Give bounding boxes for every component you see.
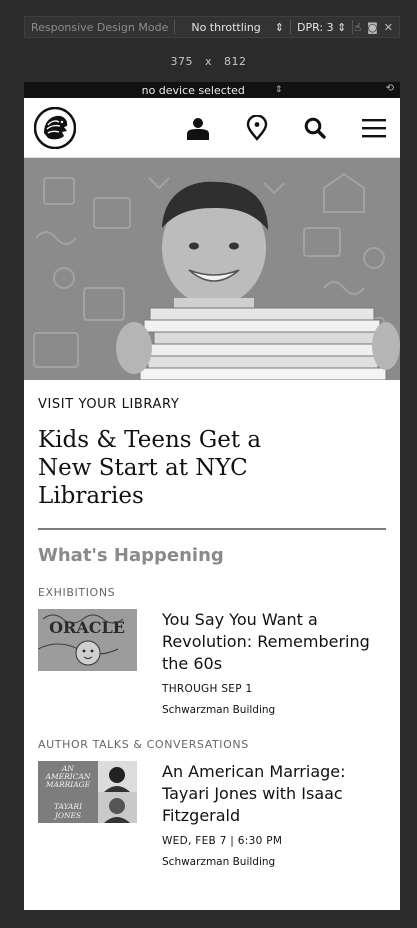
viewport-height[interactable]: 812	[224, 55, 247, 68]
search-icon[interactable]	[304, 117, 326, 139]
book-title-line: MARRIAGE	[45, 780, 91, 789]
rotate-icon[interactable]: ⟲	[386, 83, 394, 94]
event-title[interactable]: You Say You Want a Revolution: Rememberi…	[162, 609, 386, 675]
feature-headline[interactable]: Kids & Teens Get a New Start at NYC Libr…	[38, 426, 268, 510]
toolbar-divider	[352, 20, 354, 34]
device-selector-bar[interactable]: no device selected ⇕ ⟲	[24, 82, 400, 98]
event-thumbnail[interactable]: ORACLE	[38, 609, 137, 671]
toolbar-actions: ☝ ◙ ✕	[354, 21, 399, 34]
device-select-arrows: ⇕	[274, 85, 283, 95]
event-location: Schwarzman Building	[162, 856, 276, 868]
oracle-text: ORACLE	[49, 618, 125, 637]
site-header	[24, 98, 400, 158]
lion-logo-icon[interactable]	[33, 106, 77, 149]
event-category[interactable]: AUTHOR TALKS & CONVERSATIONS	[38, 738, 386, 751]
touch-icon[interactable]: ☝	[354, 21, 361, 34]
event-card[interactable]: ORACLE You Say You Want a Revolution: Re…	[38, 609, 386, 716]
hero-image[interactable]	[24, 158, 400, 380]
event-details: An American Marriage: Tayari Jones with …	[162, 761, 386, 868]
book-author-line: TAYARI	[54, 802, 83, 811]
event-details: You Say You Want a Revolution: Rememberi…	[162, 609, 386, 716]
menu-icon[interactable]	[362, 118, 386, 138]
event-location: Schwarzman Building	[162, 704, 276, 716]
page-viewport: VISIT YOUR LIBRARY Kids & Teens Get a Ne…	[24, 98, 400, 910]
dimension-times: x	[204, 55, 212, 68]
responsive-mode-label: Responsive Design Mode	[31, 20, 169, 34]
whats-happening-title: What's Happening	[38, 545, 224, 566]
device-select-label[interactable]: no device selected	[142, 84, 245, 97]
event-date: THROUGH SEP 1	[162, 683, 253, 695]
event-thumbnail[interactable]: AN AMERICAN MARRIAGE TAYARI JONES	[38, 761, 137, 823]
user-icon[interactable]	[186, 116, 210, 140]
viewport-dimensions: 375 x 812	[0, 55, 417, 68]
section-divider	[38, 528, 386, 530]
throttle-select[interactable]: No throttling ⇕	[175, 21, 290, 34]
dpr-select[interactable]: DPR: 3 ⇕	[291, 21, 352, 34]
close-icon[interactable]: ✕	[384, 21, 393, 34]
viewport-width[interactable]: 375	[170, 55, 193, 68]
feature-kicker[interactable]: VISIT YOUR LIBRARY	[38, 397, 386, 412]
main-content: VISIT YOUR LIBRARY Kids & Teens Get a Ne…	[24, 397, 400, 868]
event-date: WED, FEB 7 | 6:30 PM	[162, 835, 283, 847]
book-author-line: JONES	[53, 811, 81, 820]
camera-icon[interactable]: ◙	[367, 21, 378, 34]
location-pin-icon[interactable]	[246, 114, 268, 141]
devtools-toolbar: Responsive Design Mode No throttling ⇕ D…	[24, 16, 400, 38]
event-card[interactable]: AN AMERICAN MARRIAGE TAYARI JONES An Ame…	[38, 761, 386, 868]
throttle-arrows: ⇕	[274, 20, 285, 34]
header-actions	[186, 114, 386, 141]
event-category[interactable]: EXHIBITIONS	[38, 586, 386, 599]
event-title[interactable]: An American Marriage: Tayari Jones with …	[162, 761, 386, 827]
throttle-label: No throttling	[191, 20, 261, 34]
